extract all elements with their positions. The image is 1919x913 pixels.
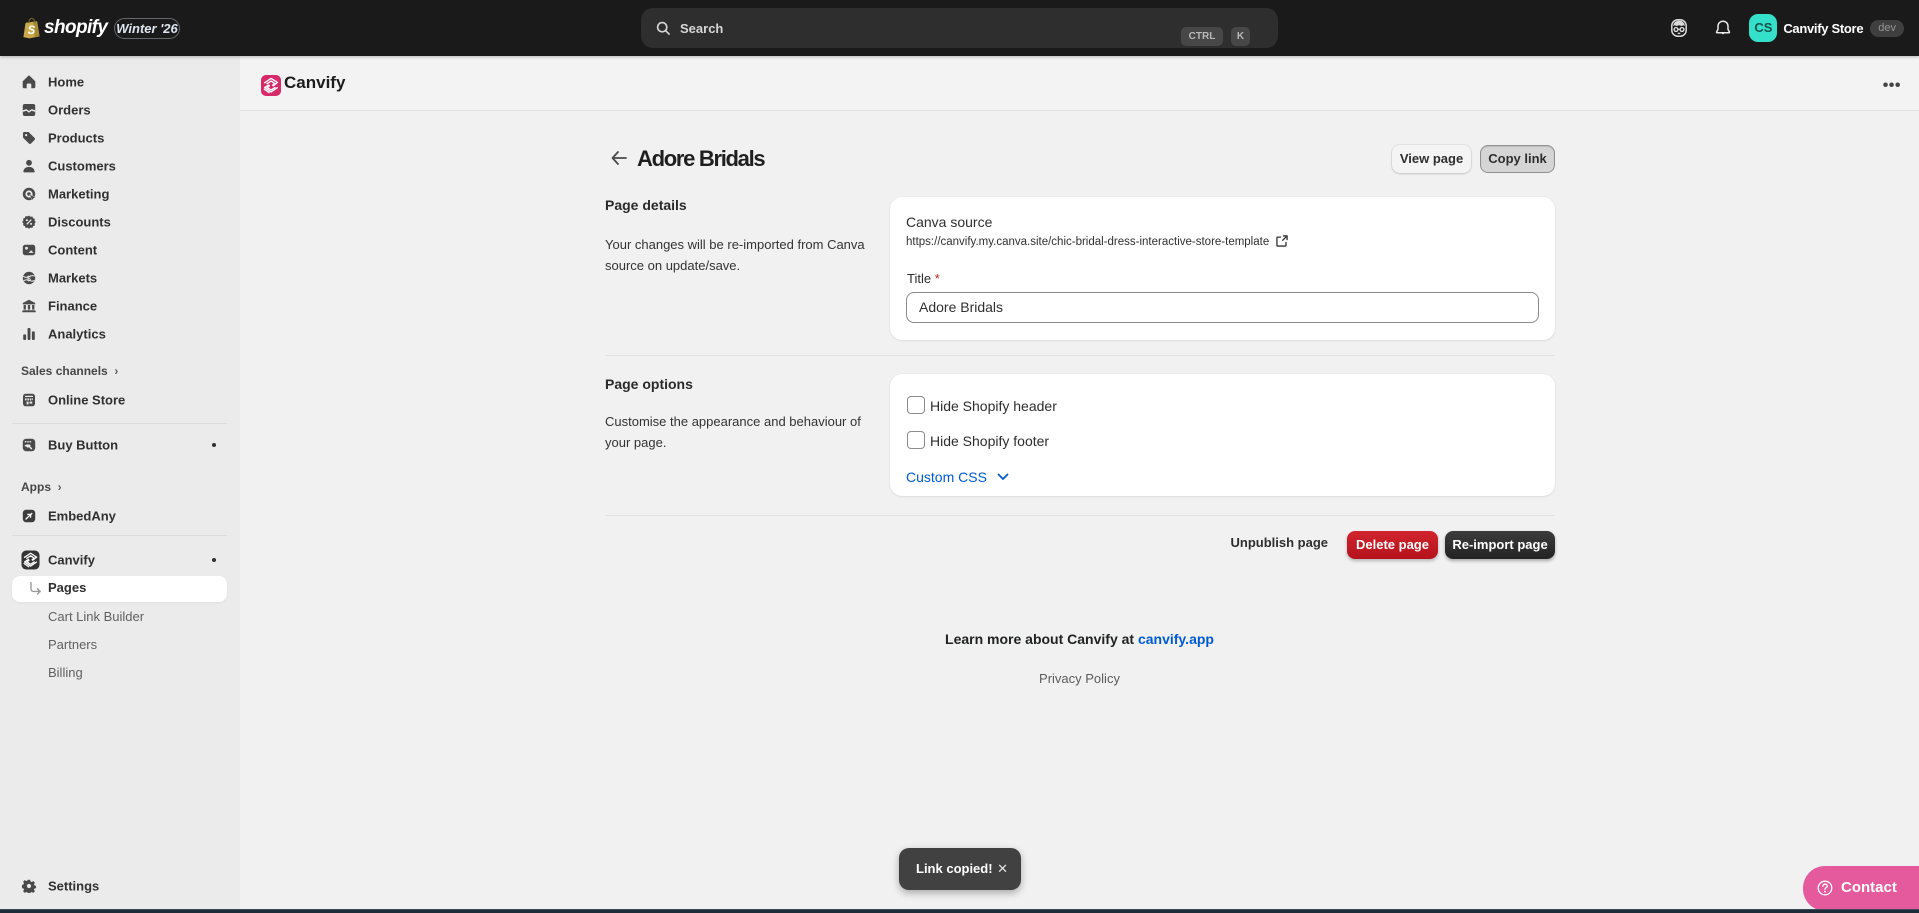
svg-text:S: S (28, 25, 36, 37)
